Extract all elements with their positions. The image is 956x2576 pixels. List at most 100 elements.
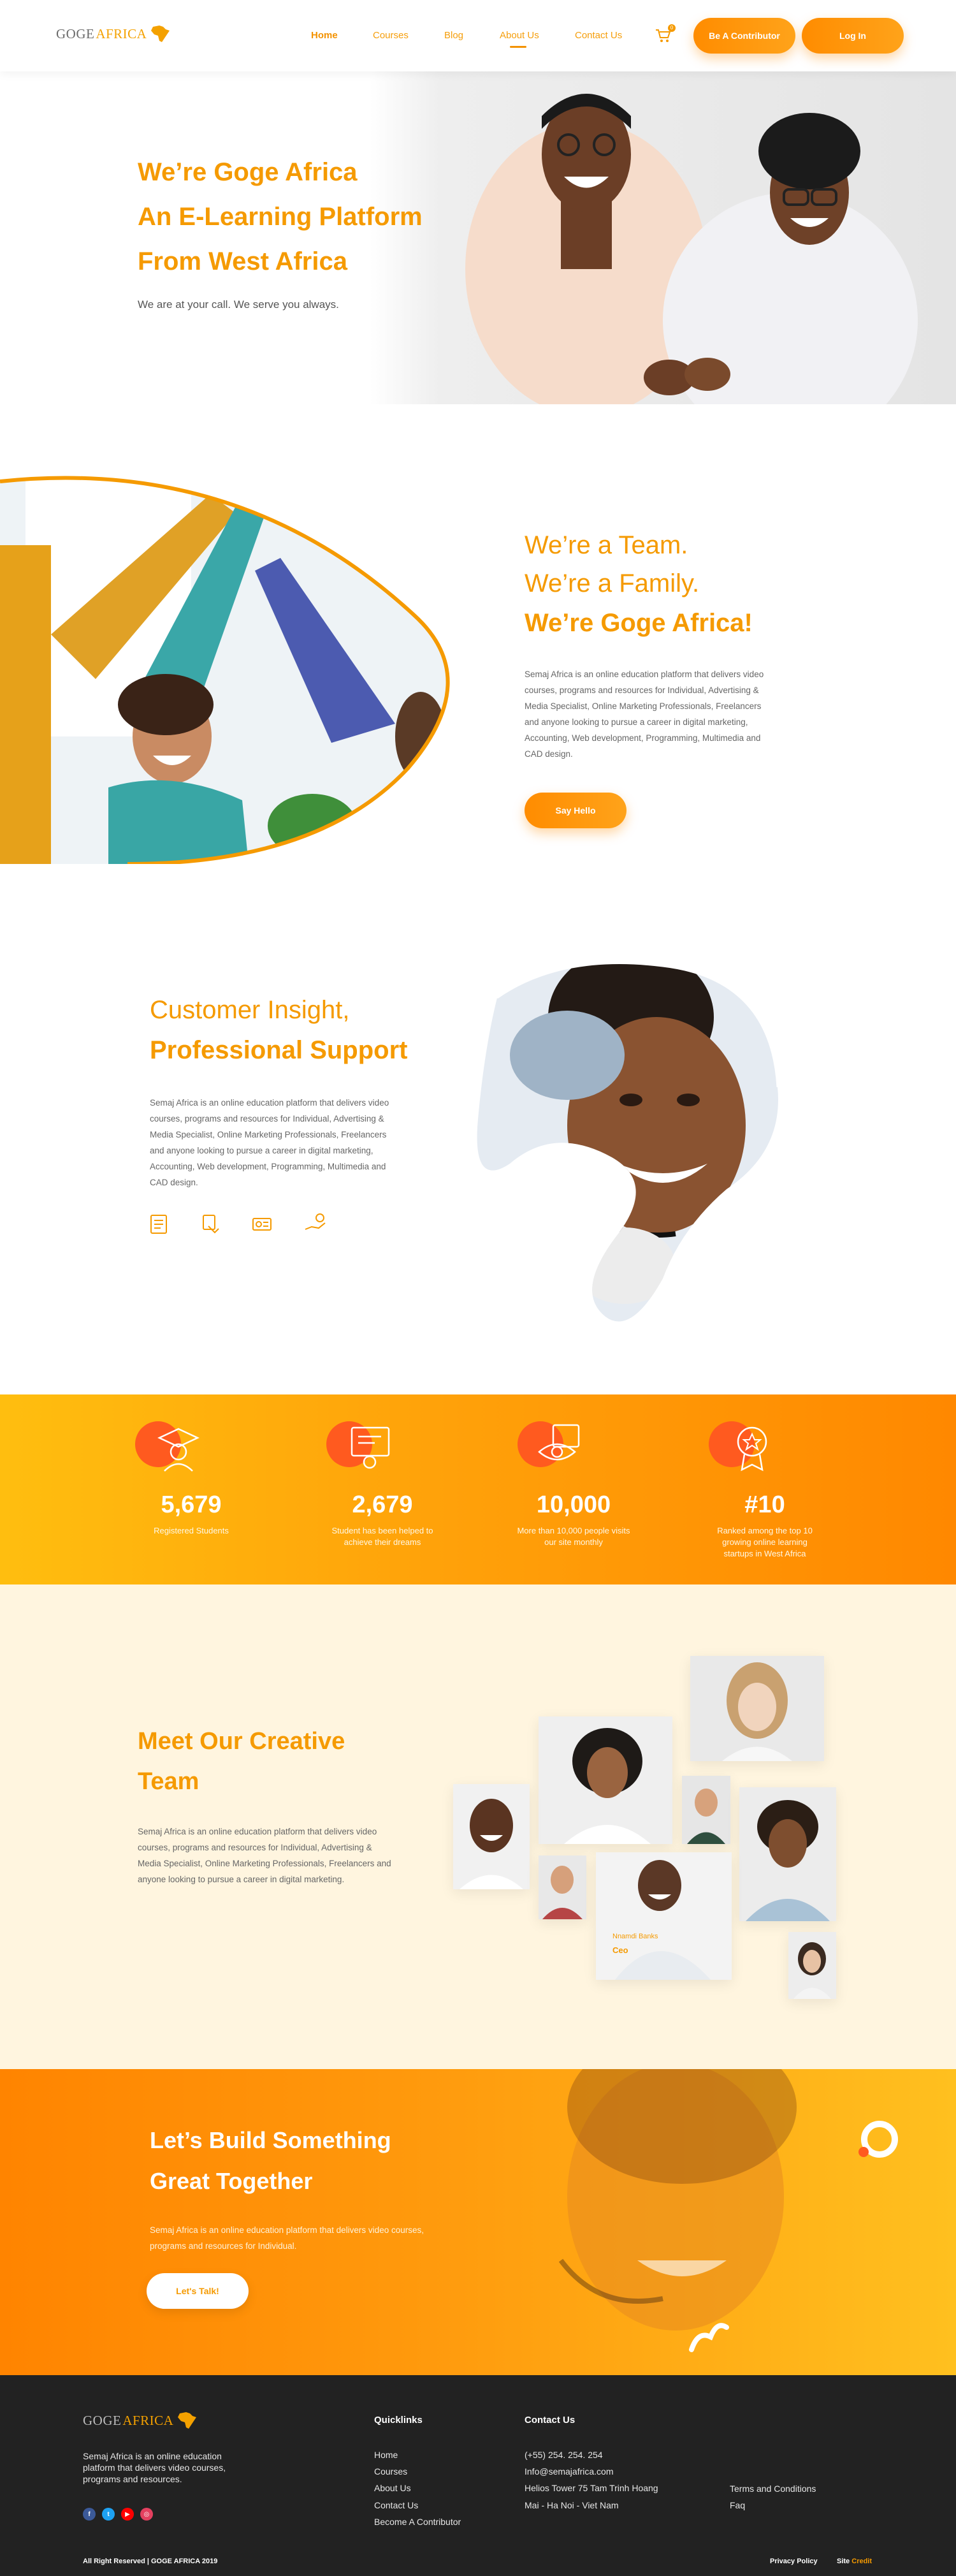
team-member-photo[interactable] bbox=[539, 1716, 672, 1844]
cta-background-woman-image bbox=[558, 2069, 898, 2352]
logo-africa-text: AFRICA bbox=[96, 26, 147, 41]
graduate-icon bbox=[157, 1428, 199, 1472]
copyright-text: All Right Reserved | GOGE AFRICA 2019 bbox=[83, 2558, 218, 2565]
cta-section: Let’s Build Something Great Together Sem… bbox=[0, 2069, 956, 2375]
stat-label: Registered Students bbox=[154, 1526, 229, 1535]
nav-blog[interactable]: Blog bbox=[444, 30, 463, 41]
twitter-icon[interactable]: t bbox=[102, 2508, 115, 2521]
be-a-contributor-button[interactable]: Be A Contributor bbox=[693, 18, 795, 54]
insight-paragraph: Semaj Africa is an online education plat… bbox=[150, 1098, 389, 1187]
document-icon bbox=[150, 1215, 167, 1234]
facebook-icon[interactable]: f bbox=[83, 2508, 96, 2521]
stat-ranking: #10 Ranked among the top 10 growing onli… bbox=[682, 1394, 848, 1584]
cart-badge: 0 bbox=[668, 24, 676, 32]
stat-label: More than 10,000 people visits our site … bbox=[517, 1526, 630, 1547]
logo-goge-text: GOGE bbox=[56, 26, 95, 41]
instagram-icon[interactable]: ◎ bbox=[140, 2508, 153, 2521]
footer-link-about-us[interactable]: About Us bbox=[374, 2483, 411, 2493]
stat-number: 10,000 bbox=[536, 1491, 611, 1518]
footer-email[interactable]: Info@semajafrica.com bbox=[525, 2466, 613, 2477]
site-credit-label[interactable]: Site Credit bbox=[837, 2558, 872, 2565]
featured-team-member-card[interactable]: Nnamdi Banks Ceo bbox=[596, 1852, 732, 1980]
quicklinks-title: Quicklinks bbox=[374, 2415, 423, 2426]
footer-link-contact-us[interactable]: Contact Us bbox=[374, 2500, 418, 2510]
man-bearded-portrait bbox=[682, 1776, 730, 1844]
insight-heading-line2: Professional Support bbox=[150, 1036, 408, 1064]
team-highfive-image bbox=[0, 476, 450, 864]
footer-logo[interactable]: GOGE AFRICA bbox=[83, 2411, 198, 2430]
stat-monthly-visits: 10,000 More than 10,000 people visits ou… bbox=[491, 1394, 656, 1584]
woman-curly-portrait bbox=[539, 1716, 672, 1844]
cta-heading-line1: Let’s Build Something bbox=[150, 2127, 391, 2153]
hero-image bbox=[370, 71, 956, 404]
privacy-policy-link[interactable]: Privacy Policy bbox=[770, 2558, 818, 2565]
team-member-photo[interactable] bbox=[682, 1776, 730, 1844]
top-navigation: GOGE AFRICA Home Courses Blog About Us C… bbox=[0, 0, 956, 71]
insight-heading-line1: Customer Insight, bbox=[150, 996, 350, 1024]
ceo-portrait bbox=[596, 1852, 732, 1980]
stat-registered-students: 5,679 Registered Students bbox=[108, 1394, 274, 1584]
footer-logo-goge: GOGE bbox=[83, 2412, 122, 2428]
woman-portrait bbox=[788, 1932, 836, 1999]
id-card-icon bbox=[252, 1218, 272, 1231]
team-member-photo[interactable] bbox=[690, 1656, 824, 1761]
footer-link-courses[interactable]: Courses bbox=[374, 2466, 407, 2477]
support-agent-image bbox=[477, 962, 779, 1322]
man-smiling-portrait bbox=[453, 1784, 530, 1889]
footer-link-home[interactable]: Home bbox=[374, 2450, 398, 2460]
lets-talk-button[interactable]: Let's Talk! bbox=[147, 2273, 249, 2309]
hero-people-illustration bbox=[465, 94, 918, 404]
team-heading-line2: We’re a Family. bbox=[525, 569, 700, 597]
hero-subtitle: We are at your call. We serve you always… bbox=[138, 298, 339, 311]
stats-band: 5,679 Registered Students 2,679 Student … bbox=[0, 1394, 956, 1584]
stat-number: 2,679 bbox=[352, 1491, 413, 1518]
award-icon bbox=[737, 1426, 767, 1472]
nav-home[interactable]: Home bbox=[311, 30, 338, 41]
footer-description: Semaj Africa is an online education plat… bbox=[83, 2451, 226, 2484]
featured-member-role: Ceo bbox=[612, 1945, 628, 1955]
nav-about-us[interactable]: About Us bbox=[500, 30, 539, 41]
footer-link-become-contributor[interactable]: Become A Contributor bbox=[374, 2517, 461, 2527]
cta-paragraph: Semaj Africa is an online education plat… bbox=[150, 2225, 424, 2251]
team-member-photo[interactable] bbox=[739, 1787, 836, 1921]
say-hello-button[interactable]: Say Hello bbox=[525, 793, 626, 828]
team-member-photo[interactable] bbox=[539, 1855, 586, 1919]
certificate-hand-icon bbox=[203, 1215, 219, 1234]
meet-heading-line2: Team bbox=[138, 1768, 199, 1795]
nav-courses[interactable]: Courses bbox=[373, 30, 409, 41]
hero-heading-line1: We’re Goge Africa bbox=[138, 158, 358, 186]
stat-label: Student has been helped to achieve their… bbox=[331, 1526, 433, 1547]
stat-number: 5,679 bbox=[161, 1491, 222, 1518]
logo[interactable]: GOGE AFRICA bbox=[56, 24, 171, 43]
footer-faq-link[interactable]: Faq bbox=[730, 2500, 745, 2510]
site-text: Site bbox=[837, 2558, 850, 2565]
team-paragraph: Semaj Africa is an online education plat… bbox=[525, 670, 764, 759]
footer-address-line1: Helios Tower 75 Tam Trinh Hoang bbox=[525, 2483, 658, 2493]
team-member-photo[interactable] bbox=[453, 1784, 530, 1889]
team-heading-line1: We’re a Team. bbox=[525, 531, 688, 559]
featured-member-name: Nnamdi Banks bbox=[612, 1933, 658, 1940]
hero-heading-line2: An E-Learning Platform bbox=[138, 203, 423, 231]
meet-paragraph: Semaj Africa is an online education plat… bbox=[138, 1827, 391, 1884]
cart-button[interactable]: 0 bbox=[655, 24, 676, 45]
footer-terms-link[interactable]: Terms and Conditions bbox=[730, 2484, 816, 2494]
woman-blonde-portrait bbox=[690, 1656, 824, 1761]
credit-text: Credit bbox=[851, 2558, 873, 2565]
footer-phone[interactable]: (+55) 254. 254. 254 bbox=[525, 2450, 603, 2460]
login-button[interactable]: Log In bbox=[802, 18, 904, 54]
africa-map-icon bbox=[178, 2412, 197, 2429]
africa-map-icon bbox=[151, 26, 170, 42]
stat-label: Ranked among the top 10 growing online l… bbox=[717, 1526, 813, 1558]
man-plaid-portrait bbox=[539, 1855, 586, 1919]
team-member-photo[interactable] bbox=[788, 1932, 836, 1999]
view-icon bbox=[538, 1424, 580, 1461]
helping-hand-icon bbox=[305, 1213, 326, 1230]
nav-contact-us[interactable]: Contact Us bbox=[575, 30, 622, 41]
hero-heading-line3: From West Africa bbox=[138, 247, 347, 275]
man-afro-portrait bbox=[739, 1787, 836, 1921]
youtube-icon[interactable]: ▶ bbox=[121, 2508, 134, 2521]
footer-address-line2: Mai - Ha Noi - Viet Nam bbox=[525, 2500, 619, 2510]
team-heading-line3: We’re Goge Africa! bbox=[525, 609, 753, 637]
meet-heading-line1: Meet Our Creative bbox=[138, 1728, 345, 1755]
contact-title: Contact Us bbox=[525, 2415, 576, 2426]
